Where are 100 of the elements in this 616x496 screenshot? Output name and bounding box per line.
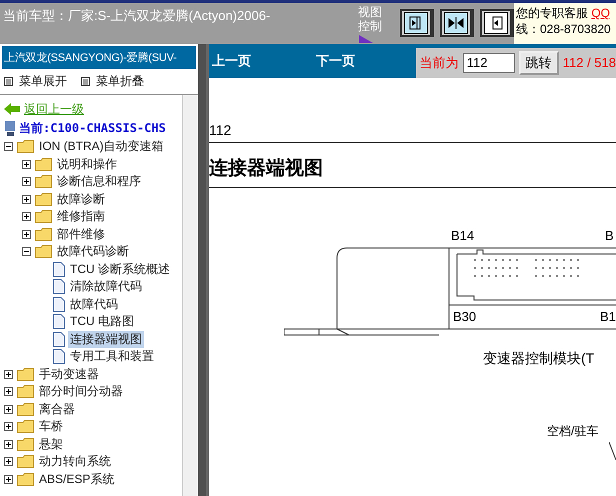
tree-item[interactable]: 动力转向系统 [37,453,113,470]
tree-item[interactable]: 手动变速器 [37,366,101,383]
plus-icon [5,423,12,430]
tree-item[interactable]: 故障代码 [68,296,120,313]
view-layout-button[interactable] [480,9,514,37]
folder-icon [17,472,34,486]
diagram-caption: 变速器控制模块(T [483,350,594,368]
plus-icon [23,178,30,186]
pin-label: B14 [451,228,474,243]
pin-label: B1 [600,309,616,324]
folder-icon [35,192,52,206]
page-icon [53,332,65,347]
tree-item[interactable]: 故障代码诊断 [55,243,131,260]
plus-icon [5,476,12,483]
plus-icon [5,458,12,466]
expand-toggle[interactable] [22,212,31,222]
leader-line [609,442,616,460]
expand-toggle[interactable] [22,177,31,186]
tree-item[interactable]: 悬架 [37,436,65,453]
previous-page-link[interactable]: 上一页 [212,52,316,70]
plus-icon [5,406,12,413]
tree-item[interactable]: 专用工具和装置 [68,348,156,366]
page-count: 112 / 518 [562,55,616,70]
next-page-link[interactable]: 下一页 [316,52,416,70]
folder-icon [35,158,52,171]
menu-button[interactable]: 菜单折叠 [96,73,144,90]
menu-button[interactable]: 菜单展开 [19,73,67,90]
expand-toggle[interactable] [4,457,13,466]
pin-label: B [605,228,614,243]
pin-label: B30 [453,309,476,324]
left-arrow-icon [4,103,20,115]
view-control-label: 视图 [358,5,383,19]
plus-icon [23,160,30,168]
tree-item[interactable]: 说明和操作 [55,156,119,173]
folder-icon [17,385,34,398]
plus-icon [5,388,12,396]
folder-icon [35,210,52,224]
folder-icon [17,455,34,468]
back-link[interactable]: 返回上一级 [24,100,84,118]
page-input[interactable]: 112 [462,52,515,72]
folder-icon [35,245,52,258]
tree-item[interactable]: 部件维修 [55,226,107,243]
folder-icon [17,140,34,154]
tree-item[interactable]: 故障诊断 [55,190,107,208]
current-page-label: 当前为 [420,54,459,72]
callout-label: 空档/驻车 [547,423,598,440]
panel-title: 上汽双龙(SSANGYONG)-爱腾(SUV- [2,46,196,69]
plus-icon [23,213,30,220]
folder-icon [35,228,52,241]
expand-toggle[interactable] [4,440,13,449]
tree-item[interactable]: 清除故障代码 [68,278,144,296]
expand-toggle[interactable] [4,422,13,432]
tree-item[interactable]: TCU 电路图 [68,313,136,330]
plus-icon [5,440,12,448]
computer-icon [4,121,16,136]
expand-toggle[interactable] [22,194,31,204]
page-icon [53,279,65,294]
expand-toggle[interactable] [4,404,13,414]
service-label: 您的专职客服 [516,6,589,20]
folder-icon [17,420,34,434]
tree-item[interactable]: 连接器端视图 [68,330,144,348]
tree-item[interactable]: TCU 诊断系统概述 [68,260,172,278]
tree-item[interactable]: 车桥 [37,418,65,436]
vehicle-model-label: 当前车型：厂家:S-上汽双龙爱腾(Actyon)2006- [2,7,272,25]
tree-item[interactable]: 维修指南 [55,208,107,226]
page-icon [53,262,65,277]
expand-toggle[interactable] [4,142,13,152]
view-control-label: 控制 [358,19,383,33]
scrollbar[interactable] [182,95,198,496]
qq-link[interactable]: QQ [591,6,610,20]
tree-item[interactable]: ABS/ESP系统 [37,470,116,488]
folder-icon [17,368,34,381]
view-layout-button[interactable] [400,9,434,37]
tree-item[interactable]: 离合器 [37,400,77,418]
current-location: 当前:C100-CHASSIS-CHS [19,120,166,137]
page-icon [53,349,65,364]
tree-item[interactable]: ION (BTRA)自动变速箱 [37,138,166,156]
list-icon [81,77,90,86]
folder-icon [17,402,34,416]
list-icon [4,77,13,86]
section-heading: 连接器端视图 [209,143,616,188]
view-layout-button[interactable] [440,9,474,37]
expand-toggle[interactable] [22,230,31,239]
expand-toggle[interactable] [22,160,31,169]
expand-toggle[interactable] [4,370,13,379]
arrow-icon [448,15,464,31]
tree-item[interactable]: 诊断信息和程序 [55,173,143,190]
folder-icon [35,175,52,188]
expand-toggle[interactable] [22,247,31,256]
tree-item[interactable]: 部分时间分动器 [37,383,125,400]
plus-icon [23,196,30,203]
plus-icon [23,230,30,238]
expand-toggle[interactable] [4,474,13,484]
plus-icon [5,370,12,378]
expand-toggle[interactable] [4,387,13,396]
triangle-icon [359,35,373,43]
page-number: 112 [209,122,616,143]
jump-button[interactable]: 跳转 [518,50,559,74]
page-icon [53,314,65,330]
phone-number: 线：028-8703820 [516,21,612,37]
